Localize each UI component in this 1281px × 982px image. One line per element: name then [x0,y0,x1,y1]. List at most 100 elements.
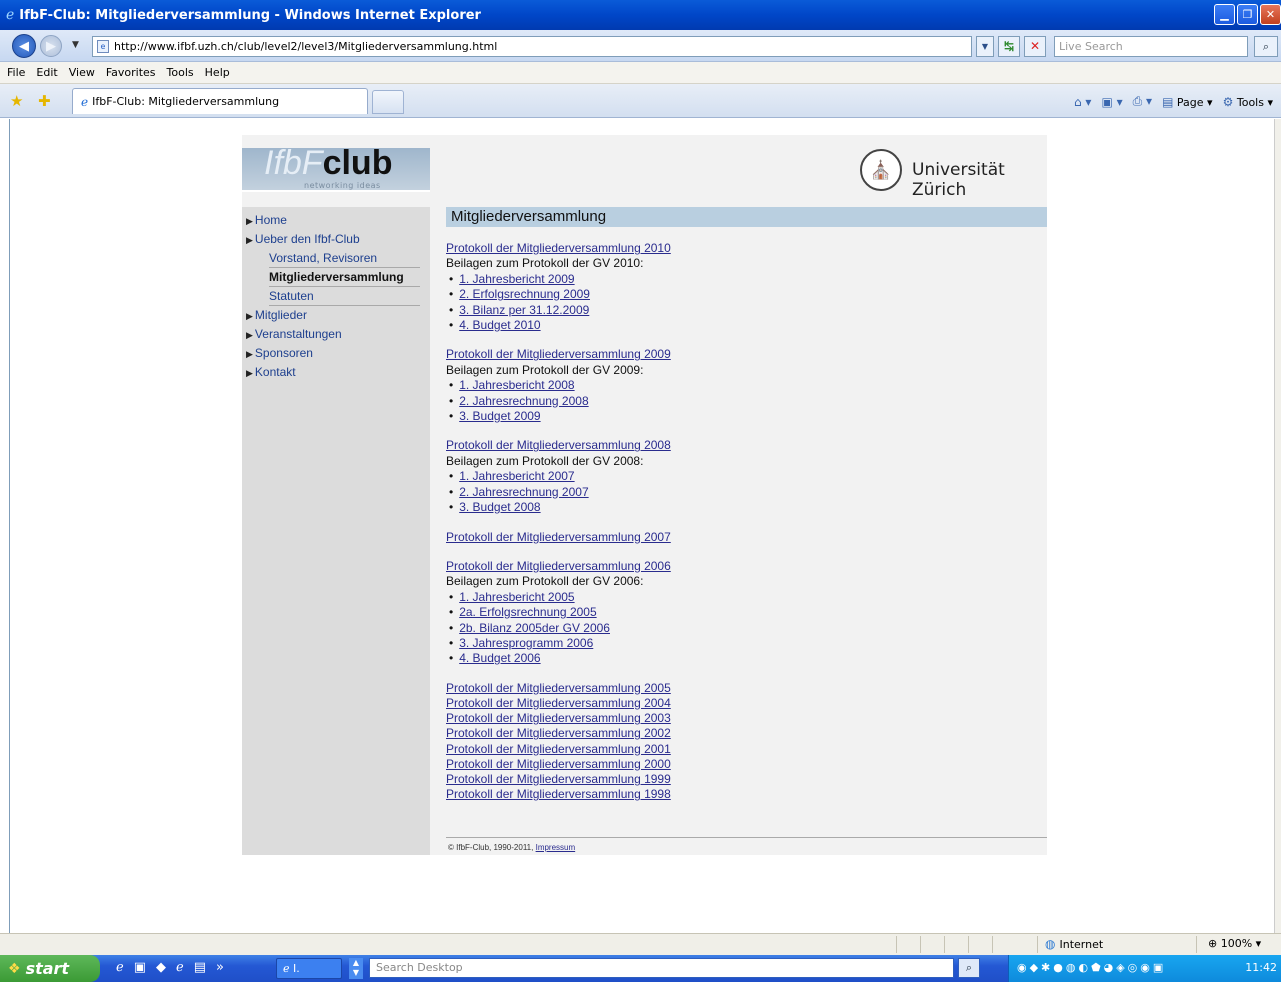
menu-view[interactable]: View [69,66,95,79]
page-menu-icon: ▤ [1162,94,1174,109]
zoom-level[interactable]: ⊕ 100% ▾ [1208,937,1261,950]
app-quicklaunch-icon[interactable]: ◆ [156,960,166,975]
page-title: Mitgliederversammlung [446,207,1047,227]
arrow-right-icon: ▶ [246,311,253,321]
maximize-button[interactable]: ❐ [1237,4,1258,25]
attachment-link[interactable]: 1. Jahresbericht 2009 [459,272,574,286]
vertical-scrollbar[interactable] [1274,119,1281,933]
sidebar-nav: ▶ Home ▶ Ueber den Ifbf-Club Vorstand, Rev… [242,207,430,855]
protocol-link[interactable]: Protokoll der Mitgliederversammlung 1998 [446,787,1047,802]
list-item: • 3. Budget 2008 [449,500,541,515]
menu-tools[interactable]: Tools [167,66,194,79]
desktop-quicklaunch-icon[interactable]: ▣ [134,960,146,975]
security-zone[interactable]: ◍ Internet [1045,937,1103,951]
protocol-link[interactable]: Protokoll der Mitgliederversammlung 2009 [446,347,671,361]
protocol-link[interactable]: Protokoll der Mitgliederversammlung 2001 [446,742,1047,757]
protocol-link[interactable]: Protokoll der Mitgliederversammlung 2010 [446,241,671,255]
attachment-link[interactable]: 3. Budget 2008 [459,500,540,514]
stop-button[interactable]: ✕ [1024,36,1046,57]
attachments-label: Beilagen zum Protokoll der GV 2010: [446,256,644,271]
recent-pages-dropdown-icon[interactable]: ▼ [72,40,79,50]
protocol-link[interactable]: Protokoll der Mitgliederversammlung 1999 [446,772,1047,787]
sidebar-item-mitgliederversammlung[interactable]: Mitgliederversammlung [269,268,420,287]
feeds-icon[interactable]: ▣ ▾ [1101,95,1122,109]
ie-logo-icon: ℯ [6,7,15,23]
address-input[interactable]: e http://www.ifbf.uzh.ch/club/level2/lev… [92,36,972,57]
attachment-link[interactable]: 4. Budget 2006 [459,651,540,665]
sidebar-item-statuten[interactable]: Statuten [269,287,420,306]
taskbar-scroll-arrows-icon[interactable]: ▲ ▼ [349,958,363,979]
site-container: IfbFclub networking ideas ⛪ Universität … [242,135,1047,855]
sidebar-item-vorstand[interactable]: Vorstand, Revisoren [269,249,420,268]
menu-favorites[interactable]: Favorites [106,66,156,79]
window-titlebar: ℯ IfbF-Club: Mitgliederversammlung - Win… [0,0,1281,30]
protocol-block: Protokoll der Mitgliederversammlung 2009… [446,347,1047,424]
list-item: • 3. Bilanz per 31.12.2009 [449,302,590,317]
page-menu[interactable]: ▤ Page ▾ [1162,95,1213,109]
menu-help[interactable]: Help [205,66,230,79]
sidebar-item-ueber[interactable]: ▶ Ueber den Ifbf-Club [242,230,430,249]
ifbf-club-logo[interactable]: IfbFclub networking ideas [242,144,430,190]
sidebar-item-kontakt[interactable]: ▶ Kontakt [242,363,430,382]
new-tab-button[interactable] [372,90,404,114]
close-button[interactable]: ✕ [1260,4,1281,25]
protocol-link[interactable]: Protokoll der Mitgliederversammlung 2005 [446,681,1047,696]
menu-edit[interactable]: Edit [36,66,57,79]
sidebar-item-home[interactable]: ▶ Home [242,211,430,230]
back-button[interactable]: ◀ [12,34,36,58]
forward-button[interactable]: ▶ [40,35,62,57]
attachment-link[interactable]: 3. Bilanz per 31.12.2009 [459,303,589,317]
folder-quicklaunch-icon[interactable]: ▤ [194,960,206,975]
protocol-link[interactable]: Protokoll der Mitgliederversammlung 2007 [446,530,671,544]
attachment-link[interactable]: 3. Budget 2009 [459,409,540,423]
tab-active[interactable]: ℯ IfbF-Club: Mitgliederversammlung [72,88,368,114]
attachment-link[interactable]: 2. Jahresrechnung 2008 [459,394,588,408]
tray-icons[interactable]: ◉◆✱●◍◐⬟◕◈◎◉▣ [1017,961,1166,974]
search-icon[interactable]: ⌕ [1254,36,1278,57]
attachment-link[interactable]: 2. Jahresrechnung 2007 [459,485,588,499]
ie-quicklaunch-icon[interactable]: ℯ [116,960,124,975]
protocol-link[interactable]: Protokoll der Mitgliederversammlung 2006 [446,559,671,573]
taskbar-ie-window[interactable]: ℯ I. [276,958,342,979]
start-button[interactable]: ❖ start [0,955,100,982]
list-item: • 2. Jahresrechnung 2008 [449,393,589,408]
protocol-link[interactable]: Protokoll der Mitgliederversammlung 2003 [446,711,1047,726]
address-dropdown-icon[interactable]: ▼ [976,36,994,57]
search-icon[interactable]: ⌕ [958,958,980,978]
attachment-link[interactable]: 1. Jahresbericht 2005 [459,590,574,604]
attachment-link[interactable]: 1. Jahresbericht 2008 [459,378,574,392]
print-icon[interactable]: ⎙ ▾ [1133,94,1152,109]
minimize-button[interactable]: ▁ [1214,4,1235,25]
attachment-link[interactable]: 2. Erfolgsrechnung 2009 [459,287,590,301]
attachment-link[interactable]: 2b. Bilanz 2005der GV 2006 [459,621,610,635]
browser-quicklaunch-icon[interactable]: ℯ [176,960,184,975]
sidebar-item-label: Ueber den Ifbf-Club [254,232,360,246]
sidebar-item-veranstaltungen[interactable]: ▶ Veranstaltungen [242,325,430,344]
protocol-link[interactable]: Protokoll der Mitgliederversammlung 2002 [446,726,1047,741]
live-search-input[interactable]: Live Search [1054,36,1248,57]
footer-divider [446,837,1047,838]
zoom-icon: ⊕ [1208,937,1218,950]
add-favorite-star-icon[interactable]: ✚ [38,92,51,110]
protocol-block: Protokoll der Mitgliederversammlung 2008… [446,438,1047,515]
menu-file[interactable]: File [7,66,25,79]
home-icon[interactable]: ⌂ ▾ [1074,95,1091,109]
page-icon: e [97,40,109,53]
desktop-search-input[interactable]: Search Desktop [369,958,954,978]
sidebar-item-mitglieder[interactable]: ▶ Mitglieder [242,306,430,325]
attachment-link[interactable]: 4. Budget 2010 [459,318,540,332]
protocol-link[interactable]: Protokoll der Mitgliederversammlung 2000 [446,757,1047,772]
attachment-link[interactable]: 3. Jahresprogramm 2006 [459,636,593,650]
impressum-link[interactable]: Impressum [536,843,576,852]
page-viewport: IfbFclub networking ideas ⛪ Universität … [9,119,1274,933]
protocol-link[interactable]: Protokoll der Mitgliederversammlung 2008 [446,438,671,452]
refresh-button[interactable]: ↹ [998,36,1020,57]
attachment-link[interactable]: 2a. Erfolgsrechnung 2005 [459,605,596,619]
protocol-link[interactable]: Protokoll der Mitgliederversammlung 2004 [446,696,1047,711]
attachment-link[interactable]: 1. Jahresbericht 2007 [459,469,574,483]
expand-quicklaunch-icon[interactable]: » [216,960,224,975]
protocol-block: Protokoll der Mitgliederversammlung 2006… [446,559,1047,667]
sidebar-item-sponsoren[interactable]: ▶ Sponsoren [242,344,430,363]
favorites-center-star-icon[interactable]: ★ [10,92,23,110]
tools-menu[interactable]: ⚙ Tools ▾ [1223,95,1273,109]
